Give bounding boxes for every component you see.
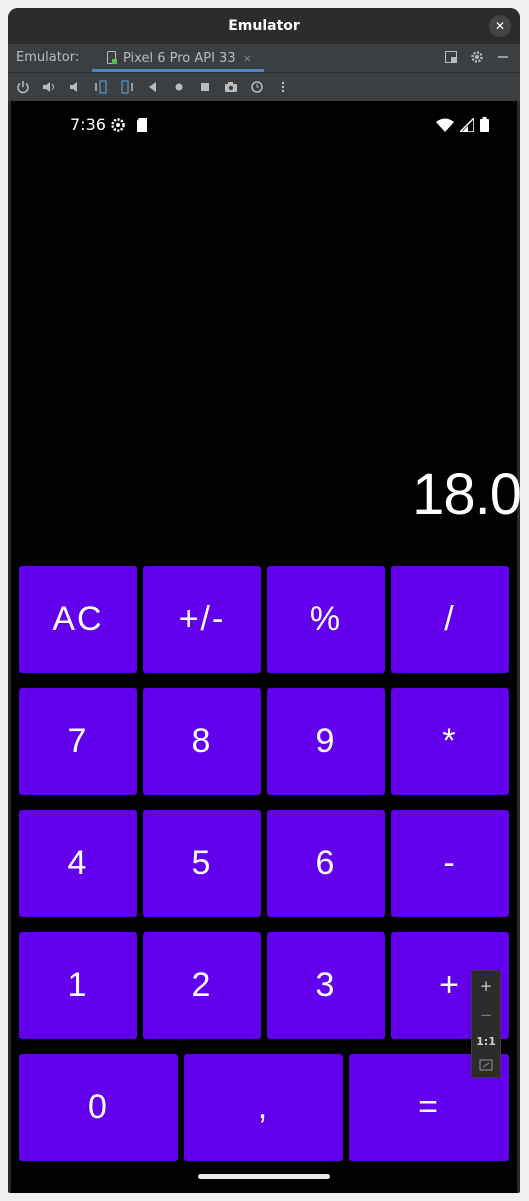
key-2[interactable]: 2	[143, 932, 261, 1039]
key-6[interactable]: 6	[267, 810, 385, 917]
zoom-controls: + − 1:1	[471, 970, 501, 1078]
key-3[interactable]: 3	[267, 932, 385, 1039]
volume-up-icon[interactable]	[42, 80, 56, 94]
gesture-nav-handle[interactable]	[198, 1174, 330, 1179]
tab-pixel-6-pro[interactable]: Pixel 6 Pro API 33 ×	[92, 44, 264, 72]
wifi-icon	[436, 118, 454, 132]
window-close-button[interactable]: ✕	[489, 15, 511, 37]
key-divide[interactable]: /	[391, 566, 509, 673]
emulator-window: Emulator ✕ Emulator: Pixel 6 Pro API 33 …	[8, 8, 520, 1193]
settings-notification-icon	[111, 118, 125, 132]
key-percent[interactable]: %	[267, 566, 385, 673]
status-bar: 7:36	[11, 115, 517, 137]
minimize-panel-icon[interactable]	[496, 50, 510, 64]
window-title: Emulator	[228, 18, 300, 34]
zoom-actual-size-button[interactable]: 1:1	[476, 1035, 496, 1048]
key-1[interactable]: 1	[19, 932, 137, 1039]
home-icon[interactable]	[172, 80, 186, 94]
back-icon[interactable]	[146, 80, 160, 94]
battery-icon	[480, 117, 489, 132]
volume-down-icon[interactable]	[68, 80, 82, 94]
more-icon[interactable]	[276, 80, 290, 94]
key-7[interactable]: 7	[19, 688, 137, 795]
overview-icon[interactable]	[198, 80, 212, 94]
key-5[interactable]: 5	[143, 810, 261, 917]
key-subtract[interactable]: -	[391, 810, 509, 917]
snapshot-icon[interactable]	[250, 80, 264, 94]
status-time: 7:36	[70, 115, 106, 134]
screenshot-icon[interactable]	[224, 80, 238, 94]
key-8[interactable]: 8	[143, 688, 261, 795]
rotate-right-icon[interactable]	[120, 80, 134, 94]
key-decimal[interactable]: ,	[184, 1054, 343, 1161]
key-4[interactable]: 4	[19, 810, 137, 917]
tab-close-icon[interactable]: ×	[243, 52, 252, 65]
key-all-clear[interactable]: AC	[19, 566, 137, 673]
emulator-label: Emulator:	[16, 50, 80, 65]
settings-gear-icon[interactable]	[470, 50, 484, 64]
calculator-display: 18.0	[412, 462, 520, 527]
active-tab-indicator	[92, 69, 264, 72]
key-9[interactable]: 9	[267, 688, 385, 795]
key-plus-minus[interactable]: +/-	[143, 566, 261, 673]
window-mode-icon[interactable]	[444, 50, 458, 64]
key-multiply[interactable]: *	[391, 688, 509, 795]
sd-card-icon	[137, 118, 147, 132]
device-tab-bar: Emulator: Pixel 6 Pro API 33 ×	[8, 44, 520, 73]
tab-title: Pixel 6 Pro API 33	[123, 50, 236, 66]
emulator-toolbar	[8, 73, 520, 101]
rotate-left-icon[interactable]	[94, 80, 108, 94]
signal-icon	[460, 117, 474, 132]
device-screen[interactable]: 7:36 18.0 AC +/- % / 7 8 9 * 4 5 6 - 1 2…	[11, 101, 520, 1193]
zoom-out-button[interactable]: −	[480, 1006, 493, 1024]
title-bar: Emulator ✕	[8, 8, 520, 44]
fit-screen-icon[interactable]	[479, 1059, 493, 1071]
device-icon	[107, 51, 117, 64]
zoom-in-button[interactable]: +	[480, 977, 493, 995]
key-0[interactable]: 0	[19, 1054, 178, 1161]
power-icon[interactable]	[16, 80, 30, 94]
